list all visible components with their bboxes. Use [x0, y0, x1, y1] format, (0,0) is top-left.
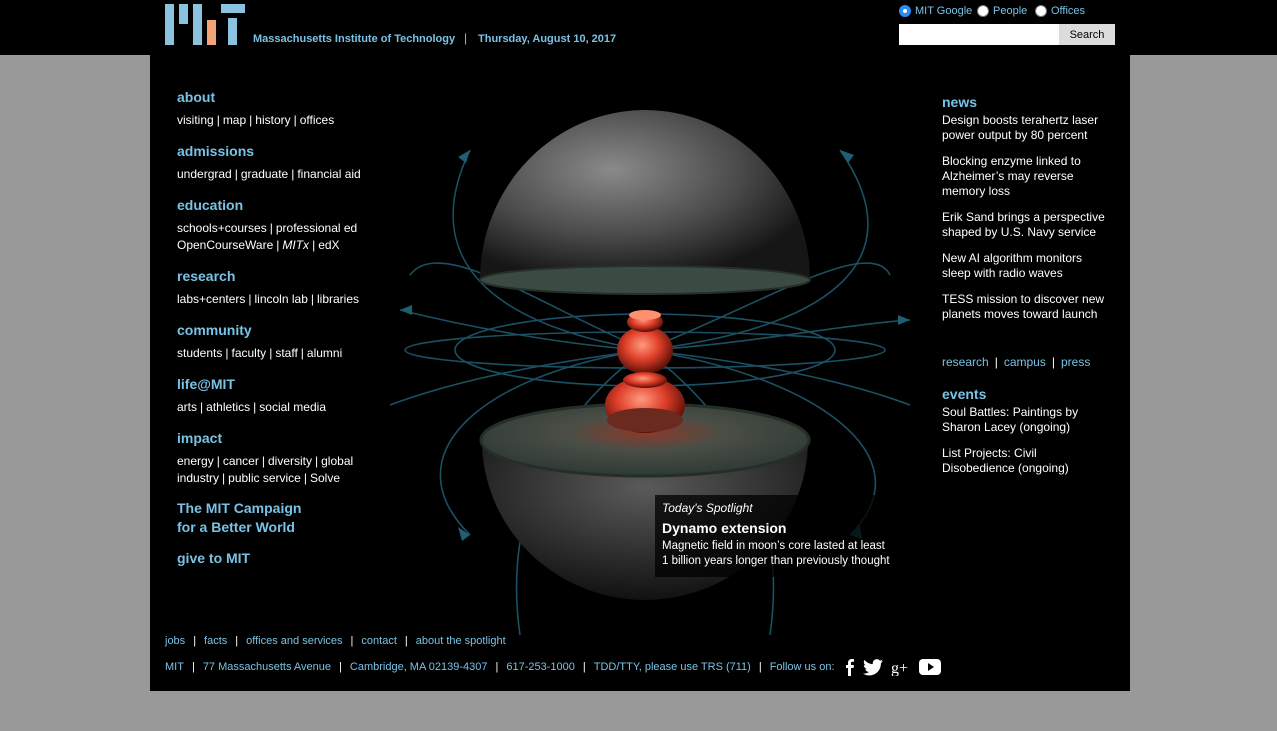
footer-follow-label: Follow us on:: [769, 661, 835, 673]
news-item[interactable]: Blocking enzyme linked to Alzheimer’s ma…: [942, 154, 1112, 199]
nav-link-students[interactable]: students: [177, 346, 222, 360]
nav-link-offices[interactable]: offices: [300, 113, 334, 127]
footer-phone[interactable]: 617-253-1000: [506, 661, 575, 673]
youtube-icon[interactable]: [918, 659, 941, 675]
event-item[interactable]: Soul Battles: Paintings by Sharon Lacey …: [942, 405, 1112, 435]
social-links: g+: [843, 658, 949, 676]
institute-name[interactable]: Massachusetts Institute of Technology: [253, 33, 455, 45]
nav-link-alumni[interactable]: alumni: [307, 346, 342, 360]
google-plus-icon[interactable]: g+: [891, 658, 911, 676]
nav-link-energy[interactable]: energy: [177, 454, 214, 468]
nav-link-industry[interactable]: industry: [177, 471, 219, 485]
search-button[interactable]: Search: [1059, 24, 1115, 45]
footer-mit[interactable]: MIT: [165, 661, 184, 673]
nav-links-about: visiting | map | history | offices: [177, 113, 335, 127]
mit-logo[interactable]: [165, 4, 245, 45]
footer-link-about-spotlight[interactable]: about the spotlight: [416, 635, 506, 647]
nav-section-about: about visiting | map | history | offices: [177, 88, 334, 129]
news-link-research[interactable]: research: [942, 355, 989, 369]
header-date: Thursday, August 10, 2017: [478, 33, 617, 45]
radio-mit-google[interactable]: [899, 5, 911, 17]
footer-link-jobs[interactable]: jobs: [165, 635, 185, 647]
search-input[interactable]: [899, 24, 1059, 45]
twitter-icon[interactable]: [862, 658, 883, 676]
news-link-press[interactable]: press: [1061, 355, 1090, 369]
nav-section-life: life@MIT arts | athletics | social media: [177, 375, 326, 414]
nav-title-research[interactable]: research: [177, 267, 359, 285]
nav-link-edx[interactable]: edX: [318, 238, 339, 252]
news-item[interactable]: New AI algorithm monitors sleep with rad…: [942, 251, 1112, 281]
nav-link-undergrad[interactable]: undergrad: [177, 167, 232, 181]
nav-link-cancer[interactable]: cancer: [223, 454, 259, 468]
nav-link-map[interactable]: map: [223, 113, 246, 127]
give-link[interactable]: give to MIT: [177, 549, 250, 568]
footer-city[interactable]: Cambridge, MA 02139-4307: [350, 661, 488, 673]
nav-section-research: research labs+centers | lincoln lab | librar…: [177, 267, 360, 306]
svg-text:g+: g+: [891, 660, 908, 676]
facebook-icon[interactable]: [843, 658, 855, 676]
nav-link-solve[interactable]: Solve: [310, 471, 340, 485]
nav-link-mitx[interactable]: MITx: [282, 238, 309, 252]
nav-link-diversity[interactable]: diversity: [268, 454, 312, 468]
radio-offices[interactable]: [1035, 5, 1047, 17]
nav-link-arts[interactable]: arts: [177, 400, 197, 414]
nav-title-admissions[interactable]: admissions: [177, 142, 361, 160]
header-divider: |: [464, 31, 468, 45]
search-option-offices[interactable]: Offices: [1035, 5, 1085, 17]
news-category-links: research | campus | press: [942, 355, 1091, 369]
nav-link-schools-courses[interactable]: schools+courses: [177, 221, 267, 235]
nav-link-social-media[interactable]: social media: [259, 400, 326, 414]
nav-link-staff[interactable]: staff: [275, 346, 297, 360]
nav-link-lincoln-lab[interactable]: lincoln lab: [255, 292, 308, 306]
nav-title-education[interactable]: education: [177, 196, 357, 214]
nav-link-graduate[interactable]: graduate: [241, 167, 288, 181]
nav-link-labs-centers[interactable]: labs+centers: [177, 292, 245, 306]
footer-link-contact[interactable]: contact: [361, 635, 396, 647]
events-title[interactable]: events: [942, 385, 1112, 403]
search-option-mit-google[interactable]: MIT Google: [899, 5, 972, 17]
news-title[interactable]: news: [942, 93, 1112, 111]
nav-section-admissions: admissions undergrad | graduate | financial …: [177, 142, 361, 181]
footer-links-row: jobs | facts | offices and services | conta…: [165, 635, 506, 647]
spotlight-description: Magnetic field in moon’s core lasted at …: [662, 540, 890, 567]
nav-title-about[interactable]: about: [177, 88, 334, 106]
right-column: news Design boosts terahertz laser power…: [942, 93, 1112, 487]
nav-title-impact[interactable]: impact: [177, 429, 353, 447]
footer-link-facts[interactable]: facts: [204, 635, 227, 647]
nav-link-financial-aid[interactable]: financial aid: [297, 167, 360, 181]
nav-link-professional-ed[interactable]: professional ed: [276, 221, 357, 235]
spotlight-caption[interactable]: Today's Spotlight Dynamo extension Magne…: [655, 495, 910, 577]
nav-section-impact: impact energy | cancer | diversity | global in…: [177, 429, 354, 485]
footer-contact-row: MIT | 77 Massachusetts Avenue | Cambridge,…: [165, 658, 949, 676]
news-link-campus[interactable]: campus: [1004, 355, 1046, 369]
footer-link-offices-services[interactable]: offices and services: [246, 635, 342, 647]
main-panel: about visiting | map | history | offices admis…: [150, 55, 1130, 691]
nav-title-life[interactable]: life@MIT: [177, 375, 326, 393]
header-bar: Massachusetts Institute of Technology | …: [0, 0, 1277, 55]
nav-section-education: education schools+courses | professional e…: [177, 196, 358, 252]
campaign-line-1: The MIT Campaign: [177, 500, 302, 516]
nav-section-community: community students | faculty | staff | alumni: [177, 321, 343, 360]
news-item[interactable]: Erik Sand brings a perspective shaped by…: [942, 210, 1112, 240]
nav-link-athletics[interactable]: athletics: [206, 400, 250, 414]
event-item[interactable]: List Projects: Civil Disobedience (ongoi…: [942, 446, 1112, 476]
footer-address[interactable]: 77 Massachusetts Avenue: [203, 661, 331, 673]
radio-people[interactable]: [977, 5, 989, 17]
news-item[interactable]: TESS mission to discover new planets mov…: [942, 292, 1112, 322]
spotlight-label: Today's Spotlight: [662, 501, 753, 515]
search-option-people[interactable]: People: [977, 5, 1027, 17]
nav-link-public-service[interactable]: public service: [228, 471, 301, 485]
nav-link-opencourseware[interactable]: OpenCourseWare: [177, 238, 273, 252]
nav-link-faculty[interactable]: faculty: [232, 346, 267, 360]
nav-link-visiting[interactable]: visiting: [177, 113, 214, 127]
news-item[interactable]: Design boosts terahertz laser power outp…: [942, 113, 1112, 143]
campaign-link[interactable]: The MIT Campaign for a Better World: [177, 499, 301, 537]
footer-tdd[interactable]: TDD/TTY, please use TRS (711): [594, 661, 751, 673]
nav-link-libraries[interactable]: libraries: [317, 292, 359, 306]
nav-title-community[interactable]: community: [177, 321, 342, 339]
nav-link-history[interactable]: history: [255, 113, 290, 127]
spotlight-title[interactable]: Dynamo extension: [662, 520, 903, 536]
nav-link-global[interactable]: global: [321, 454, 353, 468]
campaign-line-2: for a Better World: [177, 519, 295, 535]
